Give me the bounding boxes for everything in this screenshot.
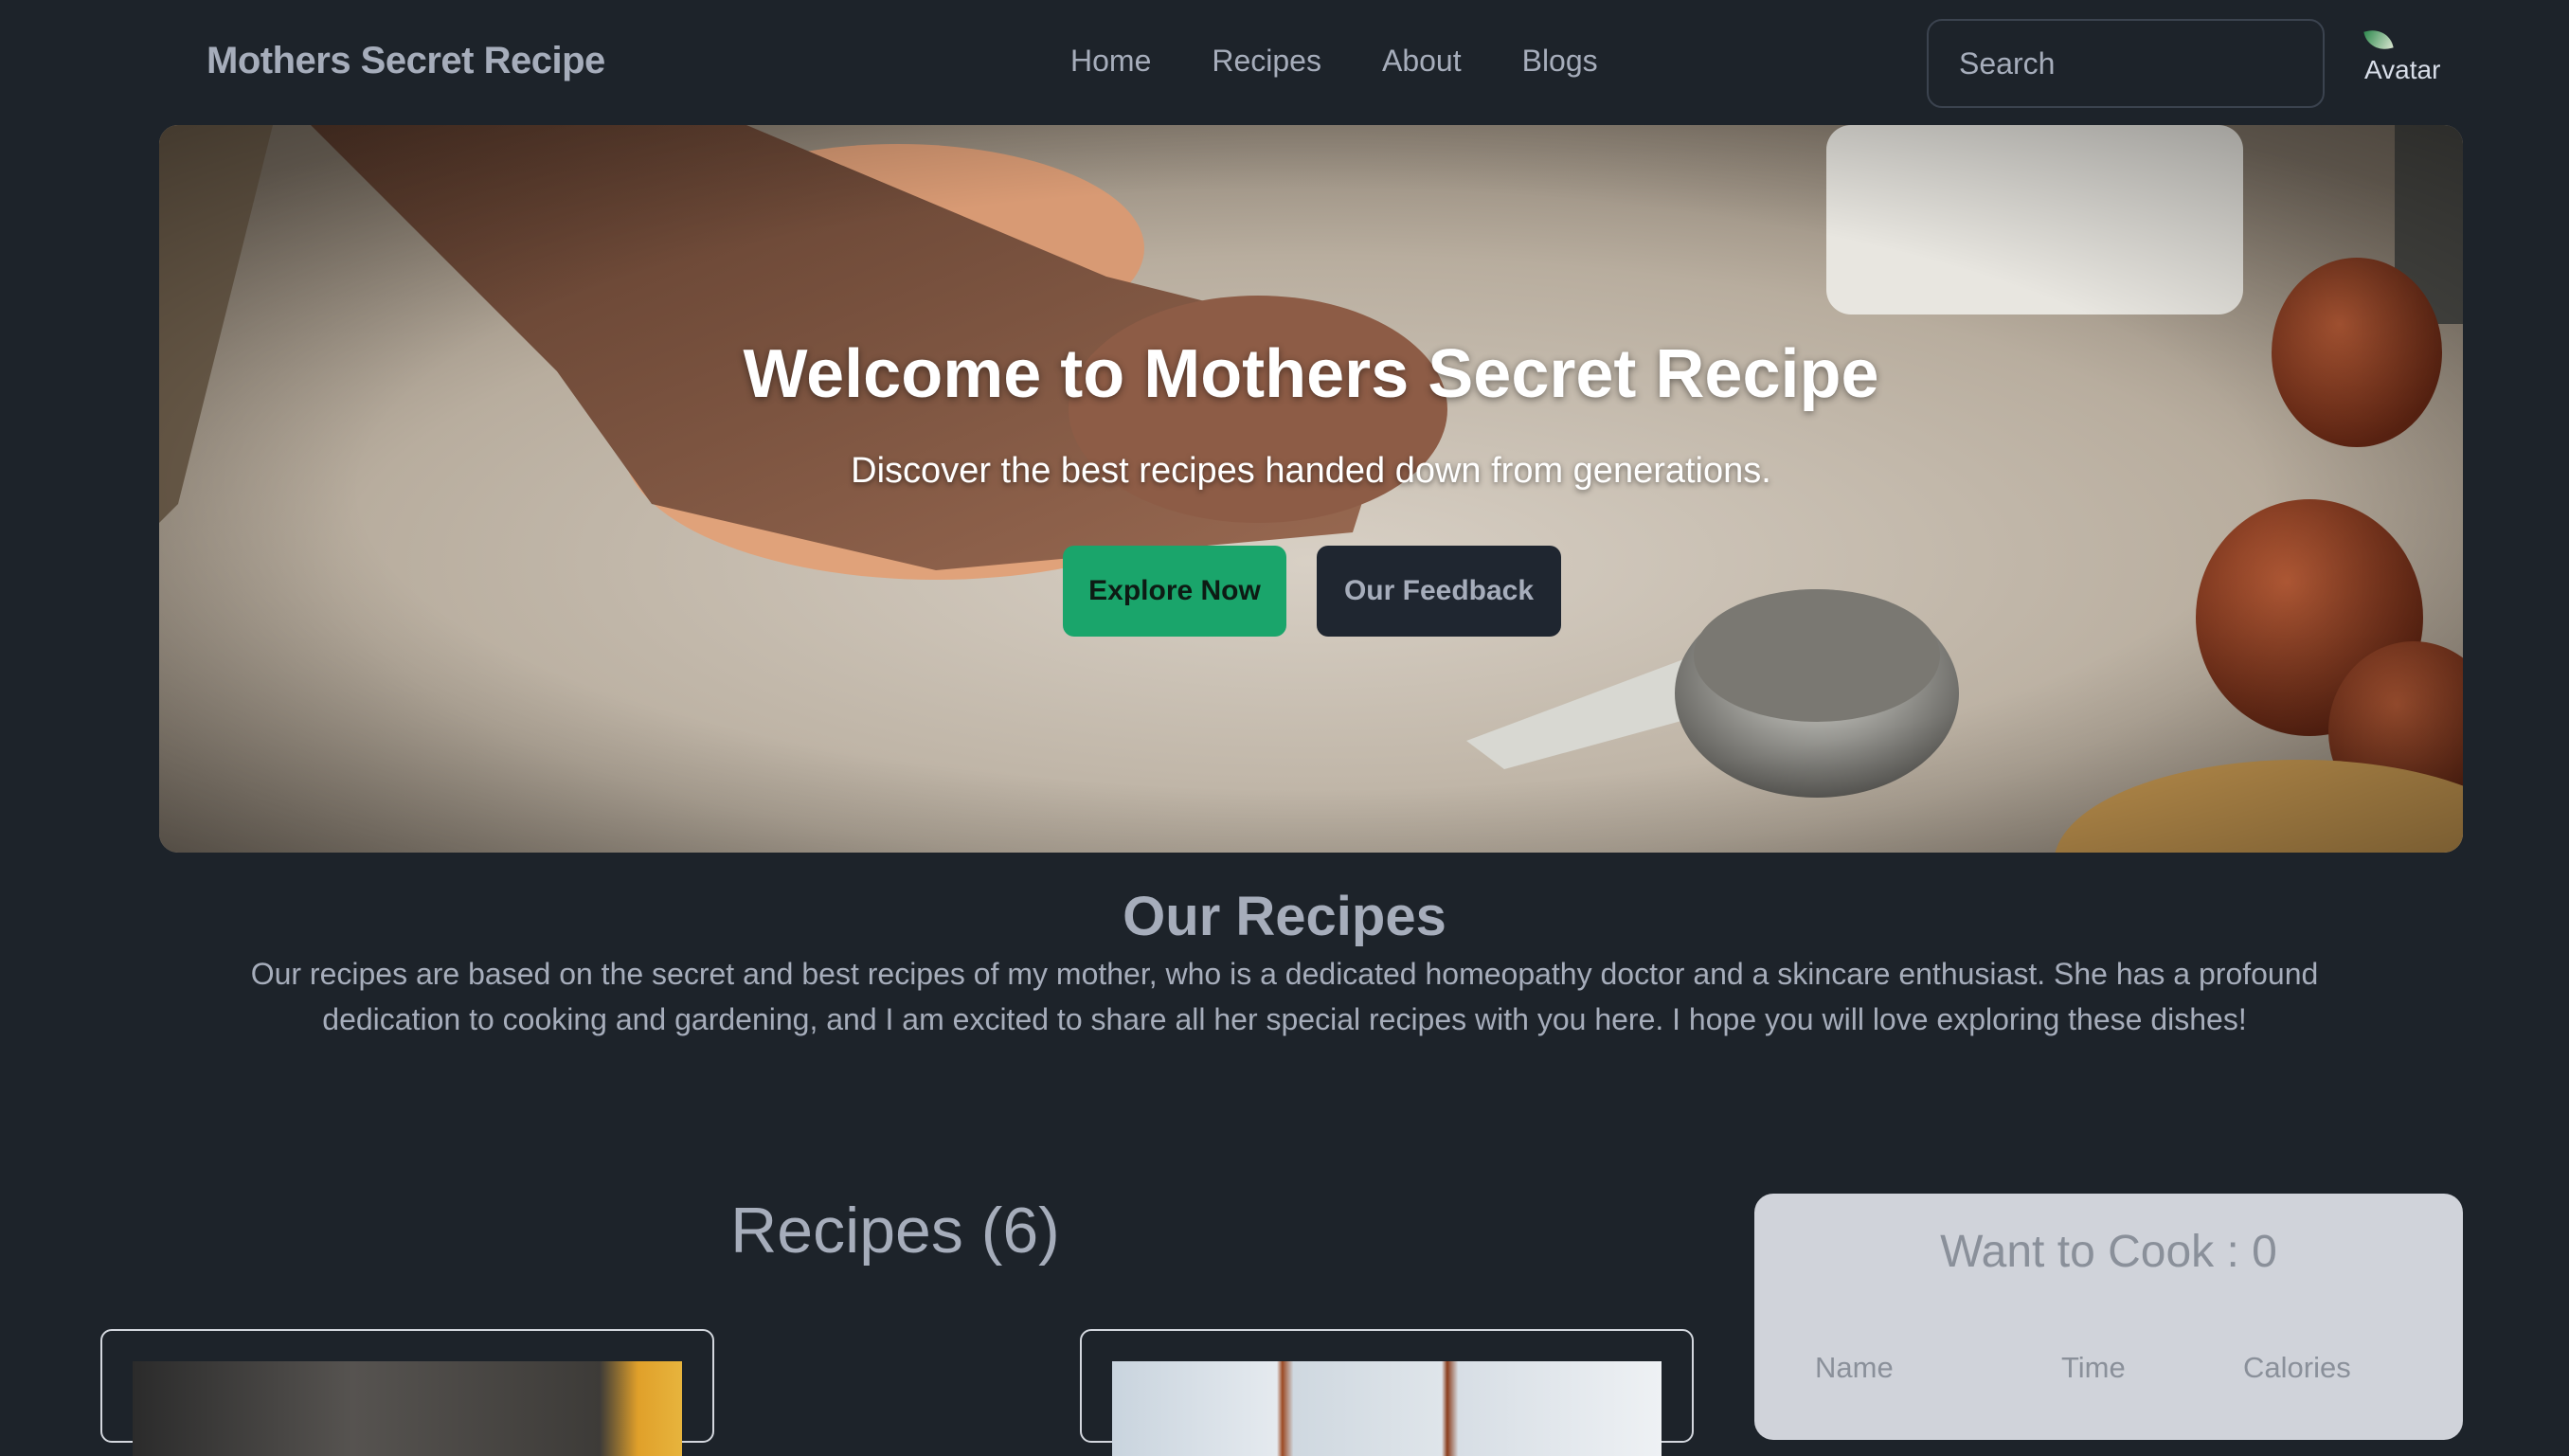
explore-now-button[interactable]: Explore Now <box>1063 546 1286 637</box>
column-header-calories: Calories <box>2243 1351 2351 1384</box>
hero-content: Welcome to Mothers Secret Recipe Discove… <box>159 125 2463 853</box>
nav-link-home[interactable]: Home <box>1070 44 1151 79</box>
our-feedback-button[interactable]: Our Feedback <box>1317 546 1561 637</box>
column-header-time: Time <box>2061 1351 2126 1384</box>
nav-link-recipes[interactable]: Recipes <box>1212 44 1321 79</box>
nav-link-about[interactable]: About <box>1382 44 1462 79</box>
recipe-card-image <box>1112 1361 1662 1456</box>
column-header-name: Name <box>1815 1351 1894 1384</box>
hero-subtitle: Discover the best recipes handed down fr… <box>851 451 1771 491</box>
avatar-alt-text: Avatar <box>2364 55 2441 84</box>
recipe-card[interactable] <box>1080 1329 1694 1456</box>
our-recipes-description: Our recipes are based on the secret and … <box>250 957 2319 1036</box>
our-recipes-heading: Our Recipes <box>1123 886 1446 947</box>
recipe-card-image <box>133 1361 682 1456</box>
hero-banner: Welcome to Mothers Secret Recipe Discove… <box>159 125 2463 853</box>
want-to-cook-title: Want to Cook : 0 <box>1940 1227 2277 1277</box>
want-to-cook-panel: Want to Cook : 0 Name Time Calories <box>1754 1194 2463 1440</box>
brand-logo-text[interactable]: Mothers Secret Recipe <box>207 40 605 82</box>
search-input[interactable] <box>1927 19 2325 108</box>
recipe-card[interactable] <box>100 1329 714 1456</box>
broken-image-icon <box>2363 27 2394 54</box>
nav-link-blogs[interactable]: Blogs <box>1522 44 1598 79</box>
nav-links: Home Recipes About Blogs <box>1070 44 1659 79</box>
navbar: Mothers Secret Recipe Home Recipes About… <box>0 0 2569 125</box>
recipes-count-heading: Recipes (6) <box>730 1195 1060 1267</box>
hero-title: Welcome to Mothers Secret Recipe <box>743 336 1879 412</box>
avatar[interactable]: Avatar <box>2361 27 2442 99</box>
